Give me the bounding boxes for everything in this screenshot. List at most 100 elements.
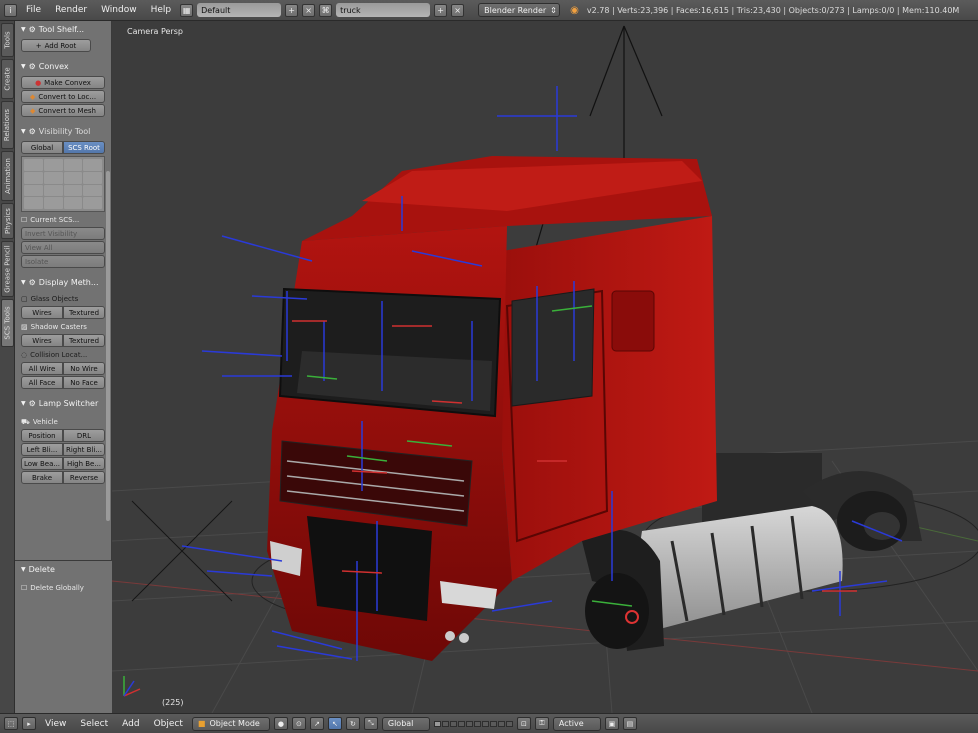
brake-lamp-button[interactable]: Brake [21, 471, 63, 484]
panel-visibility-tools[interactable]: ▼ ⚙ Visibility Tool [15, 123, 111, 140]
bumper-intake [307, 516, 432, 621]
render-preview-icon[interactable]: ▣ [604, 717, 619, 730]
panel-display-methods[interactable]: ▼ ⚙ Display Meth... [15, 274, 111, 291]
lamp-row-2: Left Bli... Right Bli... [21, 443, 105, 456]
checkbox-icon: ☐ [21, 584, 28, 592]
glass-icon: ▢ [21, 295, 28, 303]
shelf-scrollbar[interactable] [106, 171, 110, 521]
collision-icon: ◌ [21, 351, 28, 359]
add-icon: + [35, 41, 42, 50]
transform-orientation-dropdown[interactable]: Global [381, 716, 430, 731]
camera-object [531, 25, 663, 262]
panel-tool-shelf[interactable]: ▼ ⚙ Tool Shelf... [15, 21, 111, 38]
panel-convex[interactable]: ▼ ⚙ Convex [15, 58, 111, 75]
shadow-wires-button[interactable]: Wires [21, 334, 63, 347]
menu-collapse-icon[interactable]: ▸ [22, 717, 36, 730]
lamp-row-3: Low Bea... High Be... [21, 457, 105, 470]
shadow-textured-button[interactable]: Textured [63, 334, 105, 347]
menu-select[interactable]: Select [75, 719, 113, 729]
render-animation-icon[interactable]: ▤ [622, 717, 637, 730]
screen-layout-field[interactable]: Default [197, 3, 282, 17]
reverse-lamp-button[interactable]: Reverse [63, 471, 105, 484]
remove-scene-icon[interactable]: × [451, 3, 465, 17]
editor-type-icon[interactable]: ⬚ [4, 717, 18, 730]
viewport-shading-icon[interactable]: ● [273, 717, 288, 730]
convert-to-locator-button[interactable]: ◆ Convert to Loc... [21, 90, 105, 103]
no-face-button[interactable]: No Face [63, 376, 105, 389]
render-engine-dropdown[interactable]: Blender Render ⇕ [478, 3, 561, 17]
low-beam-button[interactable]: Low Bea... [21, 457, 63, 470]
global-toggle[interactable]: Global [21, 141, 63, 154]
glass-wires-button[interactable]: Wires [21, 306, 63, 319]
tab-physics[interactable]: Physics [1, 203, 14, 239]
menu-file[interactable]: File [21, 5, 46, 15]
vehicle-label: ⛟ Vehicle [21, 417, 58, 427]
glass-textured-button[interactable]: Textured [63, 306, 105, 319]
tab-grease-pencil[interactable]: Grease Pencil [1, 241, 14, 297]
drl-lamp-button[interactable]: DRL [63, 429, 105, 442]
keying-set-icon[interactable]: ⚿ [534, 717, 549, 730]
gear-icon: ⚙ [28, 25, 36, 34]
sphere-icon: ● [35, 78, 42, 87]
all-wire-button[interactable]: All Wire [21, 362, 63, 375]
locator-icon: ◆ [29, 92, 36, 101]
high-beam-button[interactable]: High Be... [63, 457, 105, 470]
scs-root-toggle[interactable]: SCS Root [63, 141, 105, 154]
menu-window[interactable]: Window [96, 5, 142, 15]
render-engine-label: Blender Render [484, 5, 547, 15]
add-layout-icon[interactable]: + [285, 3, 299, 17]
tab-tools[interactable]: Tools [1, 23, 14, 57]
screen-layout-icon[interactable]: ▦ [180, 3, 194, 17]
menu-add[interactable]: Add [117, 719, 144, 729]
tab-scs-tools[interactable]: SCS Tools [1, 299, 14, 347]
translate-manipulator-icon[interactable]: ↖ [327, 717, 342, 730]
menu-object[interactable]: Object [149, 719, 188, 729]
panel-delete[interactable]: ▼ Delete [15, 561, 112, 578]
menu-view[interactable]: View [40, 719, 71, 729]
scene-icon[interactable]: ⌘ [319, 3, 333, 17]
invert-visibility-button[interactable]: Invert Visibility [21, 227, 105, 240]
menu-render[interactable]: Render [50, 5, 92, 15]
no-wire-button[interactable]: No Wire [63, 362, 105, 375]
all-face-button[interactable]: All Face [21, 376, 63, 389]
make-convex-button[interactable]: ● Make Convex [21, 76, 105, 89]
keying-set-dropdown[interactable]: Active [552, 716, 601, 731]
3d-viewport[interactable]: Camera Persp (225) [112, 21, 978, 713]
gear-icon: ⚙ [28, 399, 36, 408]
gear-icon: ⚙ [28, 127, 36, 136]
left-blinker-button[interactable]: Left Bli... [21, 443, 63, 456]
view-all-button[interactable]: View All [21, 241, 105, 254]
right-blinker-button[interactable]: Right Bli... [63, 443, 105, 456]
tab-create[interactable]: Create [1, 59, 14, 99]
manipulator-toggle-icon[interactable]: ↗ [309, 717, 324, 730]
fog-light [459, 633, 469, 643]
remove-layout-icon[interactable]: × [302, 3, 316, 17]
scene-layers[interactable] [433, 720, 513, 727]
delete-globally-option[interactable]: ☐ Delete Globally [21, 582, 106, 594]
add-scene-icon[interactable]: + [434, 3, 448, 17]
interaction-mode-dropdown[interactable]: ■ Object Mode [191, 716, 270, 731]
panel-expand-icon: ▼ [21, 63, 26, 70]
editor-type-icon[interactable]: i [4, 3, 17, 17]
tab-animation[interactable]: Animation [1, 151, 14, 201]
view-name-label: Camera Persp [127, 27, 183, 36]
fuel-tank [638, 506, 843, 631]
visibility-layer-grid[interactable] [21, 156, 105, 212]
pivot-point-icon[interactable]: ⊙ [291, 717, 306, 730]
shadow-icon: ▨ [21, 323, 28, 331]
current-frame-label: (225) [162, 698, 184, 707]
convert-to-mesh-button[interactable]: ◆ Convert to Mesh [21, 104, 105, 117]
tab-relations[interactable]: Relations [1, 101, 14, 149]
scale-manipulator-icon[interactable]: ⤡ [363, 717, 378, 730]
lock-layers-icon[interactable]: ⊡ [516, 717, 531, 730]
panel-expand-icon: ▼ [21, 400, 26, 407]
rotate-manipulator-icon[interactable]: ↻ [345, 717, 360, 730]
panel-lamp-switcher[interactable]: ▼ ⚙ Lamp Switcher [15, 395, 111, 412]
wire-toggle: All Wire No Wire [21, 362, 105, 375]
scene-field[interactable]: truck [336, 3, 431, 17]
position-lamp-button[interactable]: Position [21, 429, 63, 442]
isolate-button[interactable]: Isolate [21, 255, 105, 268]
menu-help[interactable]: Help [146, 5, 177, 15]
add-root-button[interactable]: + Add Root [21, 39, 91, 52]
scene-stats: v2.78 | Verts:23,396 | Faces:16,615 | Tr… [586, 5, 960, 15]
